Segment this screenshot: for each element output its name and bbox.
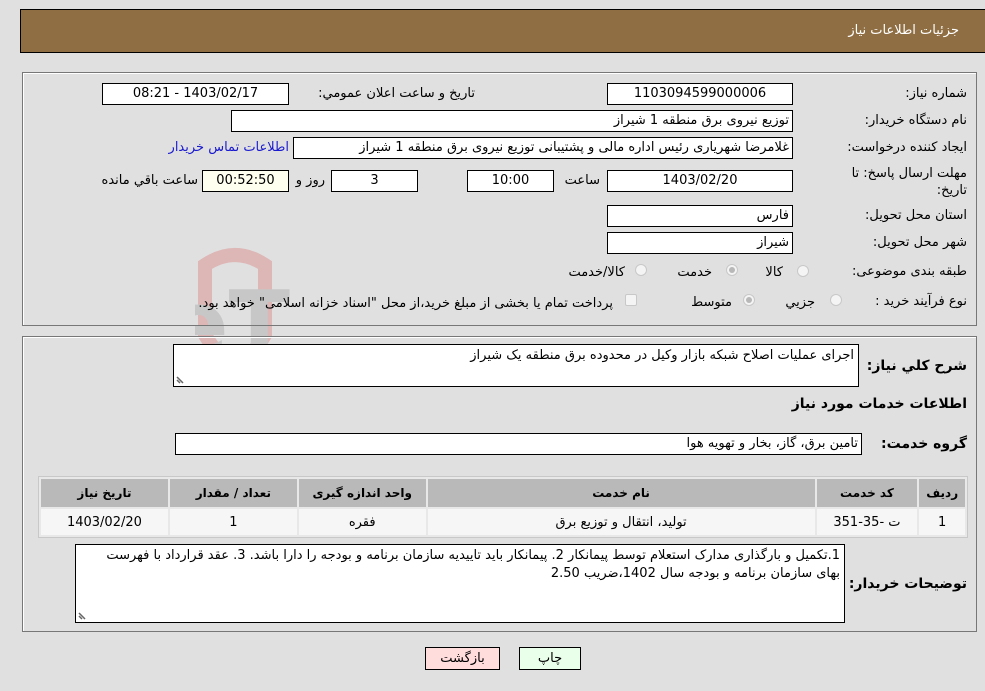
page-title: جزئيات اطلاعات نياز	[848, 23, 959, 38]
cell-service-code: ت -35-351	[816, 509, 918, 535]
process-option-medium: متوسط	[691, 295, 732, 310]
remaining-time-field: 00:52:50	[202, 170, 289, 192]
city-label: شهر محل تحویل:	[872, 235, 967, 250]
process-option-minor: جزيي	[785, 295, 815, 310]
col-header-service-name: نام خدمت	[427, 479, 815, 507]
col-header-service-code: کد خدمت	[816, 479, 918, 507]
category-radio-service[interactable]	[726, 264, 738, 276]
services-heading: اطلاعات خدمات مورد نیاز	[791, 396, 967, 412]
treasury-note: پرداخت تمام یا بخشی از مبلغ خرید،از محل …	[198, 296, 613, 311]
description-textarea[interactable]: اجرای عملیات اصلاح شبکه بازار وکیل در مح…	[173, 344, 859, 387]
cell-need-date: 1403/02/20	[41, 509, 168, 535]
category-radio-goods-service[interactable]	[635, 264, 647, 276]
buyer-org-label: نام دستگاه خریدار:	[864, 113, 967, 128]
table-row: 1 ت -35-351 تولید، انتقال و توزیع برق فق…	[41, 509, 965, 535]
category-option-goods-service: کالا/خدمت	[568, 265, 625, 280]
cell-unit: فقره	[298, 509, 426, 535]
deadline-label: مهلت ارسال پاسخ: تا تاریخ:	[851, 166, 967, 198]
buyer-notes-text: 1.تکمیل و بارگذاری مدارک استعلام توسط پی…	[106, 548, 840, 581]
col-header-need-date: تاریخ نیاز	[41, 479, 168, 507]
category-option-goods: کالا	[765, 265, 783, 280]
col-header-row-number: ردیف	[919, 479, 965, 507]
cell-quantity: 1	[169, 509, 297, 535]
cell-row-number: 1	[919, 509, 965, 535]
province-label: استان محل تحویل:	[865, 208, 967, 223]
service-group-field: تامین برق، گاز، بخار و تهویه هوا	[175, 433, 862, 455]
process-radio-minor[interactable]	[830, 294, 842, 306]
need-number-field: 1103094599000006	[607, 83, 793, 105]
col-header-quantity: تعداد / مقدار	[169, 479, 297, 507]
service-group-label: گروه خدمت:	[881, 436, 967, 452]
resize-grip-icon[interactable]	[78, 610, 88, 620]
resize-grip-icon[interactable]	[176, 374, 186, 384]
days-remaining-field: 3	[331, 170, 418, 192]
buyer-org-field: توزیع نیروی برق منطقه 1 شیراز	[231, 110, 793, 132]
announce-label: تاريخ و ساعت اعلان عمومي:	[318, 86, 475, 101]
col-header-unit: واحد اندازه گیری	[298, 479, 426, 507]
cell-service-name: تولید، انتقال و توزیع برق	[427, 509, 815, 535]
remaining-label: ساعت باقي مانده	[101, 173, 198, 188]
province-field: فارس	[607, 205, 793, 227]
requester-label: ایجاد کننده درخواست:	[847, 140, 967, 155]
print-button[interactable]: چاپ	[519, 647, 581, 670]
treasury-checkbox[interactable]	[625, 294, 637, 306]
deadline-date-field: 1403/02/20	[607, 170, 793, 192]
need-number-label: شماره نیاز:	[905, 86, 967, 101]
table-header-row: ردیف کد خدمت نام خدمت واحد اندازه گیری ت…	[41, 479, 965, 507]
announce-datetime-field: 1403/02/17 - 08:21	[102, 83, 289, 105]
process-label: نوع فرآیند خرید :	[875, 294, 967, 309]
back-button[interactable]: بازگشت	[425, 647, 500, 670]
buyer-notes-textarea[interactable]: 1.تکمیل و بارگذاری مدارک استعلام توسط پی…	[75, 544, 845, 623]
description-text: اجرای عملیات اصلاح شبکه بازار وکیل در مح…	[470, 348, 854, 363]
days-label: روز و	[295, 173, 325, 188]
deadline-time-label: ساعت	[564, 173, 600, 188]
category-label: طبقه بندی موضوعی:	[851, 264, 967, 279]
requester-field: غلامرضا شهریاری رئیس اداره مالی و پشتیبا…	[293, 137, 793, 159]
deadline-time-field: 10:00	[467, 170, 554, 192]
category-radio-goods[interactable]	[797, 265, 809, 277]
category-option-service: خدمت	[677, 265, 712, 280]
description-label: شرح کلي نياز:	[866, 358, 967, 374]
buyer-notes-label: توضیحات خریدار:	[848, 576, 967, 592]
page-header: جزئيات اطلاعات نياز	[20, 9, 985, 53]
process-radio-medium[interactable]	[743, 294, 755, 306]
city-field: شیراز	[607, 232, 793, 254]
services-table: ردیف کد خدمت نام خدمت واحد اندازه گیری ت…	[38, 476, 968, 538]
buyer-contact-link[interactable]: اطلاعات تماس خریدار	[169, 140, 289, 155]
